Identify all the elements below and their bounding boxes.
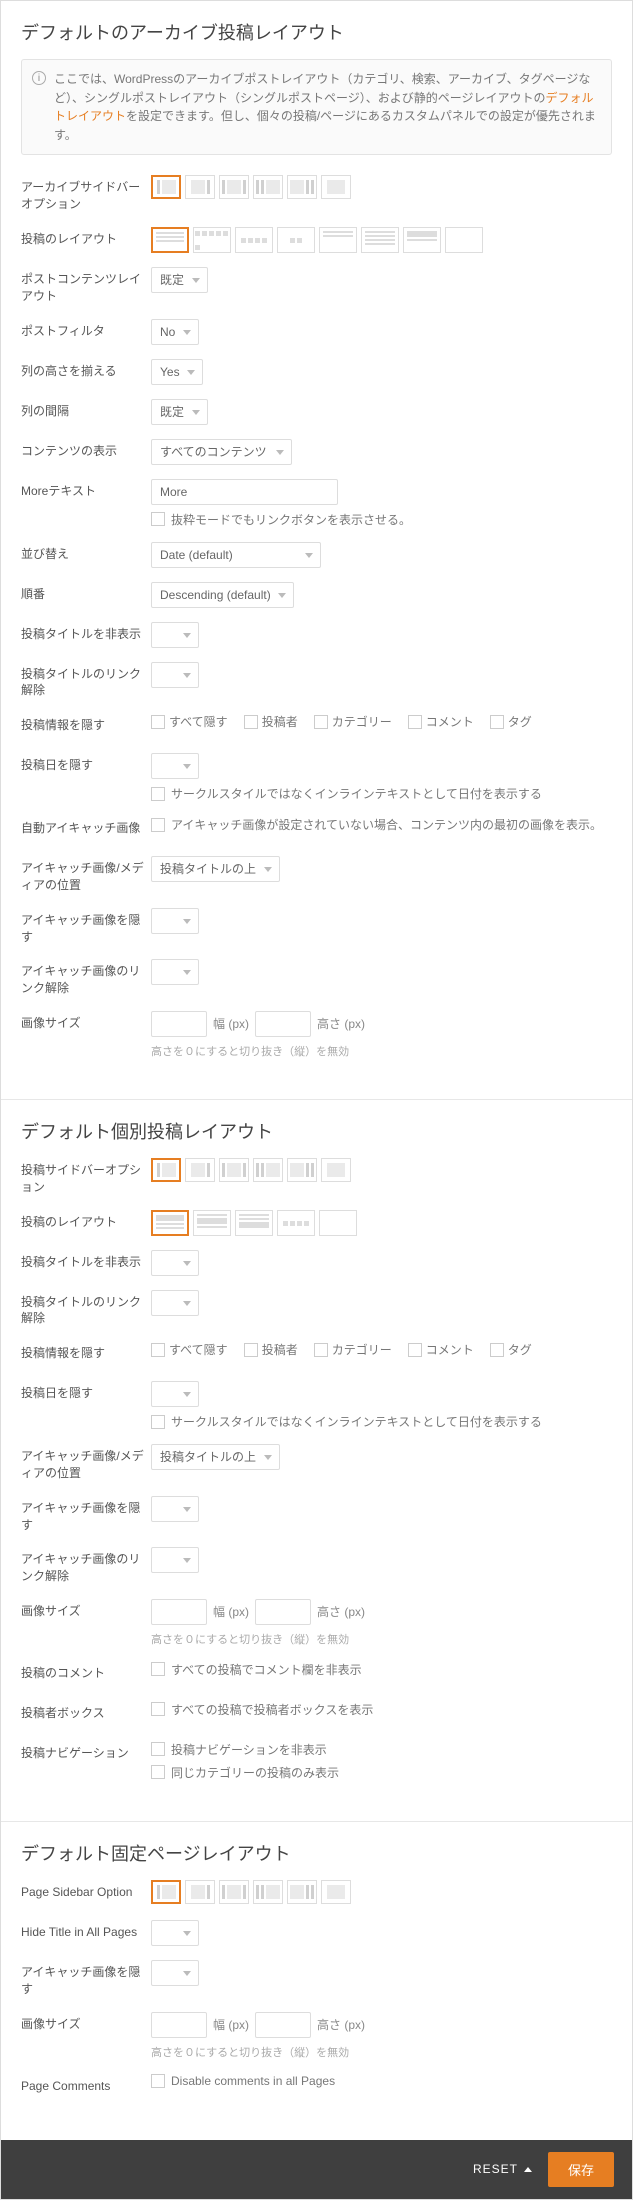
- postlayout-1[interactable]: [151, 227, 189, 253]
- postnav-hide-chk[interactable]: [151, 1742, 165, 1756]
- meta-comment-chk[interactable]: [408, 715, 422, 729]
- single-comments-chk[interactable]: [151, 1662, 165, 1676]
- postlayout-4[interactable]: [277, 227, 315, 253]
- single-meta-author-chk[interactable]: [244, 1343, 258, 1357]
- postlayout-5[interactable]: [319, 227, 357, 253]
- archive-section-title: デフォルトのアーカイブ投稿レイアウト: [21, 19, 612, 45]
- auto-featured-chk[interactable]: [151, 818, 165, 832]
- single-hide-featured-select[interactable]: [151, 1496, 199, 1522]
- postlayout-8[interactable]: [445, 227, 483, 253]
- info-icon: i: [32, 71, 46, 85]
- archive-sidebar-label: アーカイブサイドバーオプション: [21, 175, 151, 213]
- sidebar-opt-4[interactable]: [253, 175, 283, 199]
- archive-media-pos-select[interactable]: 投稿タイトルの上: [151, 856, 280, 882]
- meta-category-chk[interactable]: [314, 715, 328, 729]
- single-sidebar-opt-6[interactable]: [321, 1158, 351, 1182]
- single-unlink-title-select[interactable]: [151, 1290, 199, 1316]
- archive-postlayout-label: 投稿のレイアウト: [21, 227, 151, 248]
- page-hide-featured-select[interactable]: [151, 1960, 199, 1986]
- single-sidebar-opt-3[interactable]: [219, 1158, 249, 1182]
- post-filter-select[interactable]: No: [151, 319, 199, 345]
- page-sidebar-opt-2[interactable]: [185, 1880, 215, 1904]
- sort-select[interactable]: Date (default): [151, 542, 321, 568]
- equal-height-select[interactable]: Yes: [151, 359, 203, 385]
- sidebar-opt-3[interactable]: [219, 175, 249, 199]
- single-postlayout-3[interactable]: [235, 1210, 273, 1236]
- single-height-input[interactable]: [255, 1599, 311, 1625]
- col-gap-select[interactable]: 既定: [151, 399, 208, 425]
- page-width-input[interactable]: [151, 2012, 207, 2038]
- meta-author-chk[interactable]: [244, 715, 258, 729]
- single-unlink-featured-select[interactable]: [151, 1547, 199, 1573]
- reset-button[interactable]: RESET: [473, 2162, 532, 2176]
- footer-bar: RESET 保存: [1, 2140, 632, 2199]
- post-content-layout-select[interactable]: 既定: [151, 267, 208, 293]
- more-text-input[interactable]: [151, 479, 338, 505]
- single-date-inline-chk[interactable]: [151, 1415, 165, 1429]
- single-meta-category-chk[interactable]: [314, 1343, 328, 1357]
- postlayout-7[interactable]: [403, 227, 441, 253]
- single-postlayout-1[interactable]: [151, 1210, 189, 1236]
- single-postlayout-5[interactable]: [319, 1210, 357, 1236]
- postnav-samecat-chk[interactable]: [151, 1765, 165, 1779]
- caret-up-icon: [524, 2167, 532, 2172]
- single-width-input[interactable]: [151, 1599, 207, 1625]
- single-sidebar-opt-2[interactable]: [185, 1158, 215, 1182]
- single-hide-date-select[interactable]: [151, 1381, 199, 1407]
- postlayout-6[interactable]: [361, 227, 399, 253]
- page-sidebar-opt-3[interactable]: [219, 1880, 249, 1904]
- postlayout-3[interactable]: [235, 227, 273, 253]
- page-sidebar-opt-5[interactable]: [287, 1880, 317, 1904]
- sidebar-opt-6[interactable]: [321, 175, 351, 199]
- single-meta-all-chk[interactable]: [151, 1343, 165, 1357]
- archive-width-input[interactable]: [151, 1011, 207, 1037]
- archive-height-input[interactable]: [255, 1011, 311, 1037]
- sidebar-opt-1[interactable]: [151, 175, 181, 199]
- content-display-select[interactable]: すべてのコンテンツ: [151, 439, 292, 465]
- single-hide-title-select[interactable]: [151, 1250, 199, 1276]
- page-section-title: デフォルト固定ページレイアウト: [21, 1840, 612, 1866]
- sidebar-opt-5[interactable]: [287, 175, 317, 199]
- single-meta-comment-chk[interactable]: [408, 1343, 422, 1357]
- page-hide-title-select[interactable]: [151, 1920, 199, 1946]
- date-inline-chk[interactable]: [151, 787, 165, 801]
- page-sidebar-opt-4[interactable]: [253, 1880, 283, 1904]
- page-sidebar-opt-1[interactable]: [151, 1880, 181, 1904]
- archive-unlink-featured-select[interactable]: [151, 959, 199, 985]
- page-comments-chk[interactable]: [151, 2074, 165, 2088]
- single-meta-tag-chk[interactable]: [490, 1343, 504, 1357]
- sidebar-opt-2[interactable]: [185, 175, 215, 199]
- page-height-input[interactable]: [255, 2012, 311, 2038]
- postlayout-2[interactable]: [193, 227, 231, 253]
- page-sidebar-opt-6[interactable]: [321, 1880, 351, 1904]
- meta-all-chk[interactable]: [151, 715, 165, 729]
- archive-hide-featured-select[interactable]: [151, 908, 199, 934]
- archive-postlayout-options: [151, 227, 612, 253]
- meta-tag-chk[interactable]: [490, 715, 504, 729]
- save-button[interactable]: 保存: [548, 2152, 614, 2187]
- archive-notice: i ここでは、WordPressのアーカイブポストレイアウト（カテゴリ、検索、ア…: [21, 59, 612, 155]
- single-sidebar-opt-1[interactable]: [151, 1158, 181, 1182]
- single-postlayout-4[interactable]: [277, 1210, 315, 1236]
- single-authorbox-chk[interactable]: [151, 1702, 165, 1716]
- single-section-title: デフォルト個別投稿レイアウト: [21, 1118, 612, 1144]
- single-postlayout-2[interactable]: [193, 1210, 231, 1236]
- single-sidebar-opt-4[interactable]: [253, 1158, 283, 1182]
- archive-sidebar-options: [151, 175, 612, 199]
- archive-hide-title-select[interactable]: [151, 622, 199, 648]
- single-sidebar-opt-5[interactable]: [287, 1158, 317, 1182]
- single-media-pos-select[interactable]: 投稿タイトルの上: [151, 1444, 280, 1470]
- order-select[interactable]: Descending (default): [151, 582, 294, 608]
- more-link-chk[interactable]: [151, 512, 165, 526]
- archive-unlink-title-select[interactable]: [151, 662, 199, 688]
- archive-hide-date-select[interactable]: [151, 753, 199, 779]
